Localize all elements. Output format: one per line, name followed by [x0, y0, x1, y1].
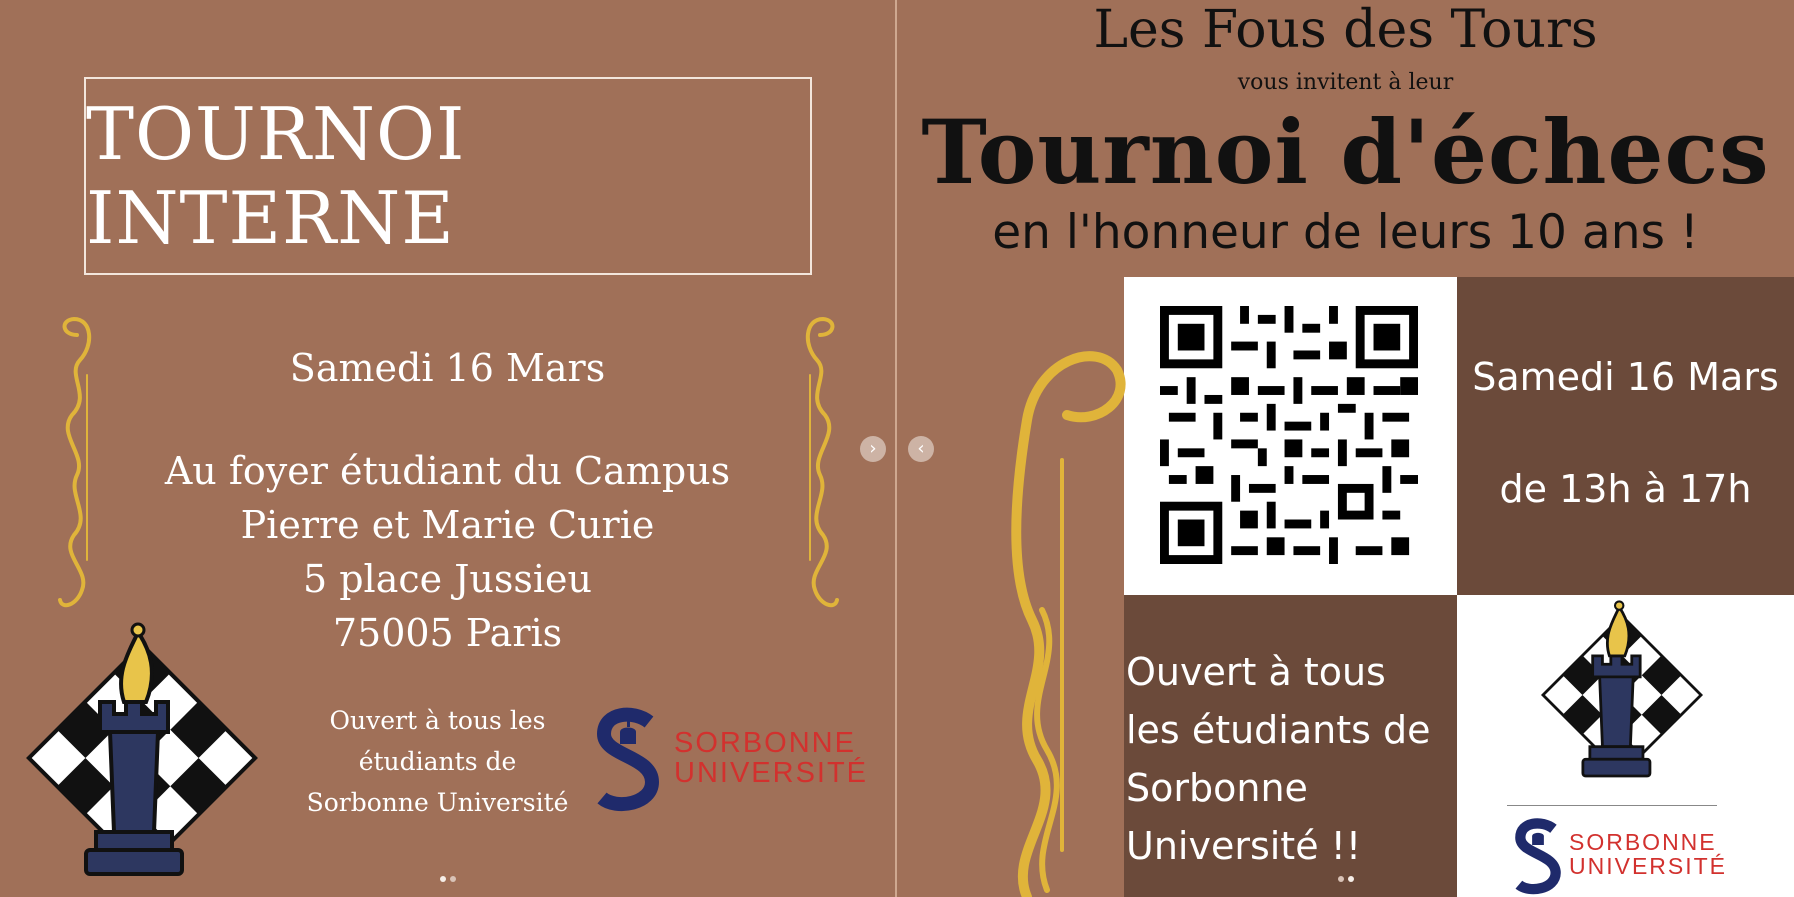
chess-bishop-logo	[1540, 600, 1704, 778]
sorbonne-emblem	[596, 707, 660, 812]
left-slide: TOURNOI INTERNE Samedi 16 Mars Au foyer …	[0, 0, 895, 897]
prev-slide-button[interactable]: ‹	[908, 436, 934, 462]
chess-bishop-logo	[26, 622, 258, 876]
dot[interactable]	[1338, 876, 1344, 882]
left-date: Samedi 16 Mars	[289, 346, 606, 390]
title-frame: TOURNOI INTERNE	[84, 77, 812, 275]
pagination-dots	[1338, 876, 1354, 882]
address-line: 5 place Jussieu	[302, 557, 593, 601]
left-open-text: Ouvert à tous les étudiants de Sorbonne …	[306, 706, 569, 817]
dot[interactable]	[450, 876, 456, 882]
right-open-text: Ouvert à tous les étudiants de Sorbonne …	[1126, 650, 1431, 868]
subtitle: en l'honneur de leurs 10 ans !	[992, 205, 1699, 260]
invite-text: vous invitent à leur	[1237, 70, 1454, 95]
right-time: de 13h à 17h	[1499, 467, 1752, 511]
address-line: Pierre et Marie Curie	[240, 503, 655, 547]
sorbonne-wordmark: SORBONNE UNIVERSITÉ	[1569, 829, 1728, 879]
date-time-block: Samedi 16 Mars de 13h à 17h	[1457, 277, 1794, 595]
left-title: TOURNOI INTERNE	[86, 92, 466, 260]
dot-active[interactable]	[1348, 876, 1354, 882]
logo-block: SORBONNE UNIVERSITÉ	[1457, 595, 1794, 897]
right-date: Samedi 16 Mars	[1472, 355, 1779, 399]
dot-active[interactable]	[440, 876, 446, 882]
open-block: Ouvert à tous les étudiants de Sorbonne …	[1124, 595, 1457, 897]
qr-code	[1160, 306, 1418, 564]
logo-separator	[1507, 805, 1717, 806]
next-slide-button[interactable]: ›	[860, 436, 886, 462]
club-name: Les Fous des Tours	[1093, 0, 1598, 60]
gold-scroll-ornament	[1011, 351, 1126, 897]
qr-code-block[interactable]	[1124, 277, 1457, 595]
sorbonne-emblem	[1515, 818, 1561, 895]
address-line: Au foyer étudiant du Campus	[164, 449, 731, 493]
pagination-dots	[440, 876, 456, 882]
sorbonne-wordmark: SORBONNE UNIVERSITÉ	[674, 727, 869, 789]
headline: Tournoi d'échecs	[921, 100, 1770, 204]
right-slide: ‹ Les Fous des Tours vous invitent à leu…	[897, 0, 1794, 897]
